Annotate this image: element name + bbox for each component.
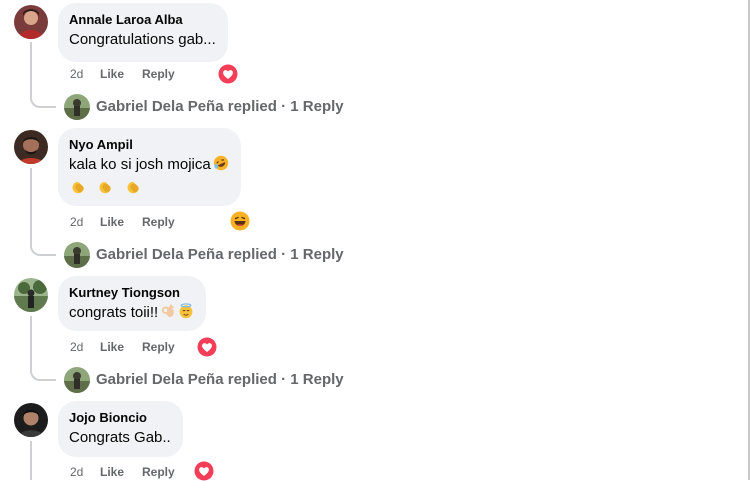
rolling-laughing-emoji-icon <box>213 155 228 171</box>
haha-reaction-icon[interactable] <box>230 211 250 231</box>
like-button[interactable]: Like <box>100 464 142 480</box>
avatar-annale[interactable] <box>14 5 48 39</box>
heart-reaction-icon[interactable] <box>197 337 217 357</box>
comment-timestamp[interactable]: 2d <box>70 339 100 355</box>
avatar-nyo[interactable] <box>14 130 48 164</box>
thread-line <box>30 168 32 242</box>
comment-actions: 2d Like Reply <box>70 339 175 355</box>
thread-line <box>30 42 32 94</box>
replies-summary[interactable]: Gabriel Dela Peña replied · 1 Reply <box>96 371 344 389</box>
comment-actions: 2d Like Reply <box>70 214 175 230</box>
ok-hand-emoji-icon <box>162 304 174 317</box>
replies-summary[interactable]: Gabriel Dela Peña replied · 1 Reply <box>96 98 344 116</box>
reply-connector <box>30 242 56 256</box>
comment-actions: 2d Like Reply <box>70 66 175 82</box>
halo-smile-emoji-icon <box>179 303 193 319</box>
comment-bubble: Nyo Ampil kala ko si josh mojica <box>58 128 241 206</box>
comment-text: congrats toii!! <box>69 303 194 323</box>
comment-timestamp[interactable]: 2d <box>70 214 100 230</box>
comment-author[interactable]: Kurtney Tiongson <box>69 284 194 301</box>
comment-author[interactable]: Annale Laroa Alba <box>69 11 216 28</box>
replies-summary[interactable]: Gabriel Dela Peña replied · 1 Reply <box>96 246 344 264</box>
comment-bubble: Jojo Bioncio Congrats Gab.. <box>58 401 183 457</box>
clapping-hands-icon <box>72 182 84 194</box>
avatar-gabriel <box>64 242 90 268</box>
clapping-hands-icon <box>127 182 139 194</box>
reply-connector <box>30 94 56 108</box>
reply-button[interactable]: Reply <box>142 66 175 82</box>
comment-actions: 2d Like Reply <box>70 464 175 480</box>
like-button[interactable]: Like <box>100 339 142 355</box>
like-button[interactable]: Like <box>100 66 142 82</box>
clapping-emojis <box>69 178 229 198</box>
heart-reaction-icon[interactable] <box>194 461 214 481</box>
avatar-jojo[interactable] <box>14 403 48 437</box>
reply-button[interactable]: Reply <box>142 214 175 230</box>
reply-button[interactable]: Reply <box>142 464 175 480</box>
like-button[interactable]: Like <box>100 214 142 230</box>
avatar-kurtney[interactable] <box>14 278 48 312</box>
thread-line <box>30 316 32 368</box>
comment-text: Congratulations gab... <box>69 31 216 48</box>
comment-bubble: Annale Laroa Alba Congratulations gab... <box>58 3 228 62</box>
comment-bubble: Kurtney Tiongson congrats toii!! <box>58 276 207 331</box>
comment-author[interactable]: Jojo Bioncio <box>69 409 171 426</box>
reply-button[interactable]: Reply <box>142 339 175 355</box>
heart-reaction-icon[interactable] <box>218 64 238 84</box>
comment-author[interactable]: Nyo Ampil <box>69 136 229 153</box>
thread-line <box>30 441 32 480</box>
comment-timestamp[interactable]: 2d <box>70 464 100 480</box>
comment-text: Congrats Gab.. <box>69 429 171 446</box>
comment-timestamp[interactable]: 2d <box>70 66 100 82</box>
clapping-hands-icon <box>99 182 112 194</box>
comment-text: kala ko si josh mojica <box>69 155 229 175</box>
avatar-gabriel <box>64 94 90 120</box>
avatar-gabriel <box>64 367 90 393</box>
reply-connector <box>30 367 56 381</box>
